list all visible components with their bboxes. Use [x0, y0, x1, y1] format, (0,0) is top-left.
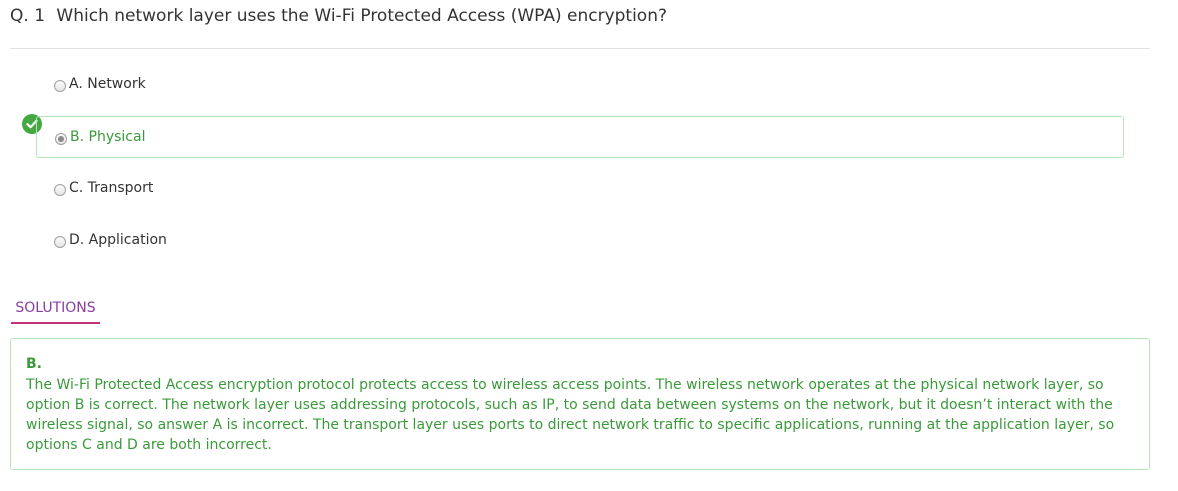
question-divider — [10, 48, 1150, 49]
question-heading: Q. 1 Which network layer uses the Wi-Fi … — [10, 6, 667, 26]
tab-solutions[interactable]: SOLUTIONS — [11, 300, 100, 324]
option-a[interactable]: A. Network — [36, 64, 1124, 104]
option-c[interactable]: C. Transport — [36, 168, 1124, 208]
option-d-label: D. Application — [69, 232, 167, 248]
quiz-page: Q. 1 Which network layer uses the Wi-Fi … — [0, 0, 1178, 491]
option-b-label: B. Physical — [70, 129, 146, 145]
option-a-radio[interactable] — [54, 79, 66, 92]
solution-panel: B. The Wi-Fi Protected Access encryption… — [10, 338, 1150, 470]
solution-answer: B. — [26, 356, 42, 372]
option-c-label: C. Transport — [69, 180, 154, 196]
option-b[interactable]: B. Physical — [36, 116, 1124, 158]
option-b-radio[interactable] — [55, 132, 67, 145]
option-d[interactable]: D. Application — [36, 220, 1124, 260]
question-text: Which network layer uses the Wi-Fi Prote… — [56, 6, 668, 26]
question-number: Q. 1 — [10, 6, 46, 26]
solution-explanation: The Wi-Fi Protected Access encryption pr… — [26, 377, 1115, 453]
option-c-radio[interactable] — [54, 183, 66, 196]
option-a-label: A. Network — [69, 76, 146, 92]
option-d-radio[interactable] — [54, 235, 66, 248]
